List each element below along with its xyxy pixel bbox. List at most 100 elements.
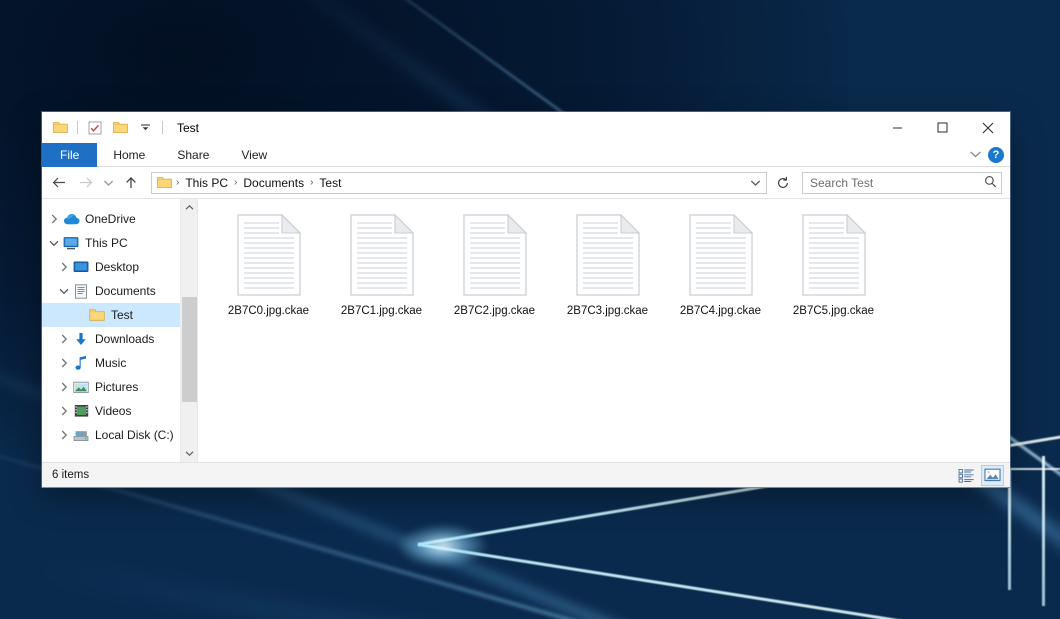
sidebar-item-downloads[interactable]: Downloads (42, 327, 197, 351)
recent-locations-button[interactable] (99, 171, 117, 195)
file-item[interactable]: 2B7C4.jpg.ckae (664, 213, 777, 317)
quick-access-toolbar: Test (42, 112, 199, 143)
file-list-pane[interactable]: 2B7C0.jpg.ckae 2B7C1.jpg.ckae (197, 199, 1010, 462)
sidebar-item-this-pc[interactable]: This PC (42, 231, 197, 255)
tab-home[interactable]: Home (97, 143, 161, 167)
monitor-icon (62, 235, 80, 251)
file-name-label: 2B7C2.jpg.ckae (454, 305, 535, 317)
windows-logo-edge (1008, 468, 1060, 470)
view-toggle-group (955, 465, 1004, 486)
help-icon[interactable]: ? (988, 147, 1004, 163)
generic-document-icon (234, 213, 304, 297)
chevron-down-icon[interactable] (46, 235, 62, 251)
file-item[interactable]: 2B7C2.jpg.ckae (438, 213, 551, 317)
search-icon[interactable] (984, 175, 997, 191)
navigation-pane: OneDrive This PC (42, 199, 197, 462)
generic-document-icon (573, 213, 643, 297)
generic-document-icon (686, 213, 756, 297)
window-title: Test (177, 121, 199, 135)
sidebar-item-pictures[interactable]: Pictures (42, 375, 197, 399)
sidebar-item-label: Videos (95, 404, 131, 418)
ribbon-tab-strip: File Home Share View ? (42, 143, 1010, 167)
scrollbar-thumb[interactable] (182, 297, 197, 402)
folder-icon[interactable] (50, 118, 70, 138)
explorer-body: OneDrive This PC (42, 198, 1010, 462)
customize-quick-access-icon[interactable] (135, 118, 155, 138)
chevron-right-icon[interactable] (56, 379, 72, 395)
file-item[interactable]: 2B7C5.jpg.ckae (777, 213, 890, 317)
maximize-button[interactable] (920, 112, 965, 143)
sidebar-item-label: This PC (85, 236, 128, 250)
cloud-icon (62, 211, 80, 227)
file-name-label: 2B7C3.jpg.ckae (567, 305, 648, 317)
scroll-down-button[interactable] (181, 445, 198, 462)
forward-button[interactable] (73, 171, 97, 195)
file-name-label: 2B7C4.jpg.ckae (680, 305, 761, 317)
sidebar-item-label: Test (111, 308, 133, 322)
file-name-label: 2B7C5.jpg.ckae (793, 305, 874, 317)
chevron-right-icon[interactable] (56, 259, 72, 275)
search-box[interactable] (802, 172, 1002, 194)
sidebar-item-videos[interactable]: Videos (42, 399, 197, 423)
back-button[interactable] (47, 171, 71, 195)
chevron-down-icon[interactable] (56, 283, 72, 299)
sidebar-item-documents[interactable]: Documents (42, 279, 197, 303)
windows-logo-edge (1008, 470, 1011, 590)
ribbon-right-controls: ? (969, 143, 1004, 167)
breadcrumb-item-documents[interactable]: Documents (238, 176, 309, 190)
window-controls (875, 112, 1010, 143)
large-icons-view-icon[interactable] (981, 465, 1004, 486)
breadcrumb[interactable]: › This PC › Documents › Test (151, 172, 767, 194)
sidebar-item-label: Pictures (95, 380, 138, 394)
toolbar-separator (77, 121, 78, 134)
navigation-pane-scrollbar[interactable] (180, 199, 197, 462)
sidebar-item-test[interactable]: Test (42, 303, 197, 327)
sidebar-item-music[interactable]: Music (42, 351, 197, 375)
breadcrumb-item-this-pc[interactable]: This PC (180, 176, 233, 190)
chevron-down-icon[interactable] (746, 173, 764, 193)
sidebar-item-local-disk-c[interactable]: Local Disk (C:) (42, 423, 197, 447)
scroll-up-button[interactable] (181, 199, 198, 216)
chevron-right-icon[interactable] (56, 331, 72, 347)
chevron-right-icon[interactable] (56, 427, 72, 443)
search-input[interactable] (810, 176, 984, 190)
generic-document-icon (799, 213, 869, 297)
sidebar-item-label: Desktop (95, 260, 139, 274)
sidebar-item-desktop[interactable]: Desktop (42, 255, 197, 279)
sidebar-item-label: Local Disk (C:) (95, 428, 174, 442)
minimize-button[interactable] (875, 112, 920, 143)
tab-view[interactable]: View (225, 143, 283, 167)
sidebar-item-label: Documents (95, 284, 156, 298)
window-bottom-edge (42, 487, 1010, 488)
new-folder-icon[interactable] (110, 118, 130, 138)
chevron-right-icon[interactable] (56, 355, 72, 371)
sidebar-item-onedrive[interactable]: OneDrive (42, 207, 197, 231)
file-item[interactable]: 2B7C0.jpg.ckae (212, 213, 325, 317)
folder-icon (157, 176, 172, 189)
title-bar[interactable]: Test (42, 112, 1010, 143)
chevron-right-icon[interactable] (46, 211, 62, 227)
desktop-background: Test File Home Share View (0, 0, 1060, 619)
file-item[interactable]: 2B7C3.jpg.ckae (551, 213, 664, 317)
file-item[interactable]: 2B7C1.jpg.ckae (325, 213, 438, 317)
breadcrumb-item-test[interactable]: Test (314, 176, 346, 190)
picture-icon (72, 379, 90, 395)
film-strip-icon (72, 403, 90, 419)
sidebar-item-label: Music (95, 356, 126, 370)
tab-file[interactable]: File (42, 143, 97, 167)
close-button[interactable] (965, 112, 1010, 143)
up-button[interactable] (119, 171, 143, 195)
chevron-right-icon[interactable] (56, 403, 72, 419)
download-arrow-icon (72, 331, 90, 347)
tab-share[interactable]: Share (161, 143, 225, 167)
folder-icon (88, 307, 106, 323)
refresh-button[interactable] (772, 172, 794, 194)
properties-checkbox-icon[interactable] (85, 118, 105, 138)
file-name-label: 2B7C1.jpg.ckae (341, 305, 422, 317)
hard-drive-icon (72, 427, 90, 443)
toolbar-separator (162, 121, 163, 134)
expand-ribbon-icon[interactable] (969, 148, 982, 162)
details-view-icon[interactable] (955, 465, 978, 486)
scrollbar-track[interactable] (181, 216, 198, 445)
item-count-label: 6 items (52, 469, 89, 481)
